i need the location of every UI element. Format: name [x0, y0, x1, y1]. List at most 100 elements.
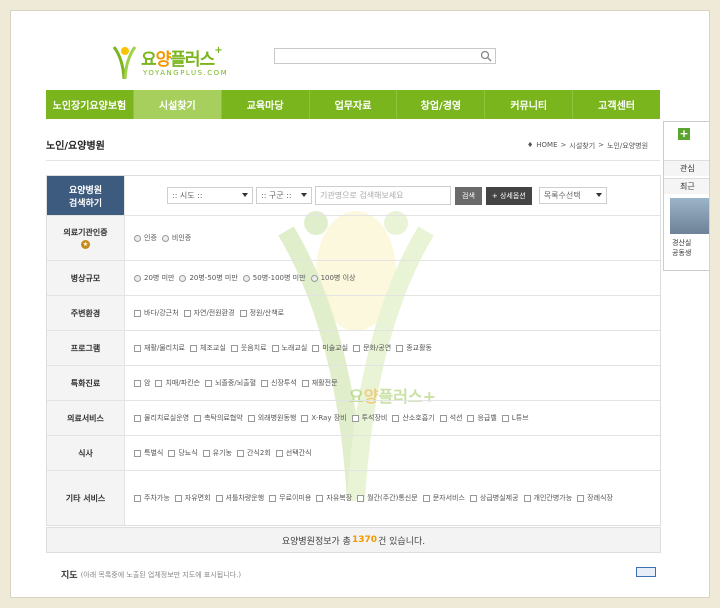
nav-item-customer-center[interactable]: 고객센터	[573, 90, 660, 119]
nav-item-ltc-insurance[interactable]: 노인장기요양보험	[46, 90, 134, 119]
checkbox[interactable]	[239, 309, 247, 317]
checkbox-option[interactable]: 재활/물리치료	[134, 343, 185, 353]
checkbox-option[interactable]: 특별식	[134, 448, 163, 458]
checkbox-option[interactable]: 정원/산책로	[239, 308, 284, 318]
checkbox-option[interactable]: 응급벨	[467, 413, 497, 423]
checkbox[interactable]	[271, 344, 279, 352]
checkbox[interactable]	[205, 379, 213, 387]
nav-item-find-facility[interactable]: 시설찾기	[133, 90, 222, 119]
checkbox[interactable]	[134, 449, 141, 457]
radio-option[interactable]: 50병-100병 미만	[242, 273, 306, 283]
gugun-select[interactable]: :: 구군 ::	[256, 187, 312, 204]
radio-option[interactable]: 20병-50병 미만	[179, 273, 238, 283]
home-icon[interactable]: ♦	[527, 141, 533, 151]
radio-button[interactable]	[134, 234, 141, 242]
checkbox[interactable]	[357, 494, 365, 502]
radio-button[interactable]	[134, 274, 141, 282]
checkbox-option[interactable]: 촉탁의료협약	[194, 413, 243, 423]
rows-per-page-select[interactable]: 목록수선택	[538, 187, 607, 204]
checkbox-option[interactable]: 주차가능	[134, 493, 170, 503]
checkbox[interactable]	[312, 344, 320, 352]
checkbox[interactable]	[155, 379, 163, 387]
checkbox[interactable]	[236, 449, 244, 457]
checkbox-option[interactable]: 석션	[439, 413, 462, 423]
checkbox[interactable]	[134, 379, 141, 387]
checkbox[interactable]	[190, 344, 197, 352]
checkbox-option[interactable]: 체조교실	[190, 343, 226, 353]
checkbox-option[interactable]: 투석장비	[351, 413, 387, 423]
checkbox[interactable]	[247, 414, 255, 422]
nav-item-work-materials[interactable]: 업무자료	[310, 90, 398, 119]
checkbox-option[interactable]: 선택간식	[275, 448, 312, 458]
checkbox[interactable]	[396, 344, 404, 352]
checkbox[interactable]	[174, 494, 182, 502]
checkbox-option[interactable]: 물리치료실운영	[134, 413, 189, 423]
checkbox[interactable]	[215, 494, 223, 502]
nav-item-community[interactable]: 커뮤니티	[485, 90, 574, 119]
checkbox[interactable]	[183, 309, 191, 317]
checkbox[interactable]	[134, 494, 141, 502]
checkbox[interactable]	[275, 449, 283, 457]
checkbox-option[interactable]: 외래병원동행	[247, 413, 296, 423]
checkbox-option[interactable]: L튜브	[501, 413, 529, 423]
checkbox-option[interactable]: 웃음치료	[230, 343, 267, 353]
side-facility-thumbnail[interactable]	[670, 198, 709, 234]
site-logo[interactable]: 요양플러스+ YOYANGPLUS.COM	[111, 41, 251, 87]
site-search-input[interactable]	[275, 49, 471, 63]
checkbox-option[interactable]: 문화/공연	[353, 343, 391, 353]
checkbox[interactable]	[134, 414, 141, 422]
breadcrumb-find-facility[interactable]: 시설찾기	[569, 141, 595, 151]
checkbox[interactable]	[230, 344, 238, 352]
checkbox-option[interactable]: 산소호흡기	[392, 413, 435, 423]
checkbox[interactable]	[168, 449, 176, 457]
checkbox[interactable]	[269, 494, 277, 502]
checkbox-option[interactable]: 장례식장	[577, 493, 613, 503]
checkbox[interactable]	[577, 494, 585, 502]
checkbox-option[interactable]: 신장투석	[261, 378, 297, 388]
checkbox-option[interactable]: 당뇨식	[168, 448, 198, 458]
checkbox-option[interactable]: 문자서비스	[422, 493, 465, 503]
checkbox-option[interactable]: 미술교실	[312, 343, 348, 353]
checkbox-option[interactable]: 자유면회	[174, 493, 211, 503]
checkbox-option[interactable]: 월간(주간)통신문	[357, 493, 418, 503]
breadcrumb-home[interactable]: HOME	[536, 141, 557, 151]
checkbox-option[interactable]: 노래교실	[271, 343, 307, 353]
checkbox[interactable]	[351, 414, 359, 422]
checkbox-option[interactable]: 간식2회	[236, 448, 271, 458]
facility-name-input[interactable]: 기관명으로 검색해보세요	[315, 186, 451, 205]
checkbox[interactable]	[261, 379, 269, 387]
checkbox[interactable]	[422, 494, 430, 502]
checkbox-option[interactable]: 유기농	[202, 448, 232, 458]
checkbox[interactable]	[467, 414, 475, 422]
checkbox[interactable]	[194, 414, 202, 422]
checkbox[interactable]	[469, 494, 477, 502]
radio-option[interactable]: 비인증	[161, 233, 191, 243]
checkbox-option[interactable]: 치매/파킨슨	[155, 378, 200, 388]
checkbox[interactable]	[353, 344, 361, 352]
radio-option[interactable]: 20병 미만	[134, 273, 174, 283]
checkbox[interactable]	[301, 379, 309, 387]
radio-option[interactable]: 100병 이상	[310, 273, 355, 283]
checkbox-option[interactable]: 자유복장	[316, 493, 352, 503]
checkbox-option[interactable]: 뇌졸중/뇌출혈	[205, 378, 256, 388]
side-tab-recent[interactable]: 최근	[664, 178, 709, 194]
radio-button[interactable]	[179, 274, 187, 282]
search-button[interactable]: 검색	[455, 186, 482, 205]
nav-item-startup[interactable]: 창업/경영	[397, 90, 486, 119]
radio-button[interactable]	[161, 234, 169, 242]
search-icon[interactable]	[480, 50, 492, 62]
checkbox[interactable]	[501, 414, 509, 422]
checkbox-option[interactable]: 무료이미용	[269, 493, 311, 503]
nav-item-education[interactable]: 교육마당	[222, 90, 310, 119]
checkbox-option[interactable]: 상급병실제공	[469, 493, 519, 503]
checkbox[interactable]	[523, 494, 531, 502]
map-toggle-icon[interactable]	[636, 567, 656, 577]
checkbox-option[interactable]: 재활전문	[301, 378, 338, 388]
checkbox[interactable]	[392, 414, 400, 422]
side-tab-favorites[interactable]: 관심	[664, 160, 709, 176]
checkbox-option[interactable]: 셔틀차량운행	[215, 493, 264, 503]
checkbox-option[interactable]: 자연/전원환경	[183, 308, 235, 318]
checkbox-option[interactable]: 암	[134, 378, 150, 388]
checkbox-option[interactable]: 바다/강근처	[134, 308, 179, 318]
checkbox-option[interactable]: 종교활동	[396, 343, 432, 353]
